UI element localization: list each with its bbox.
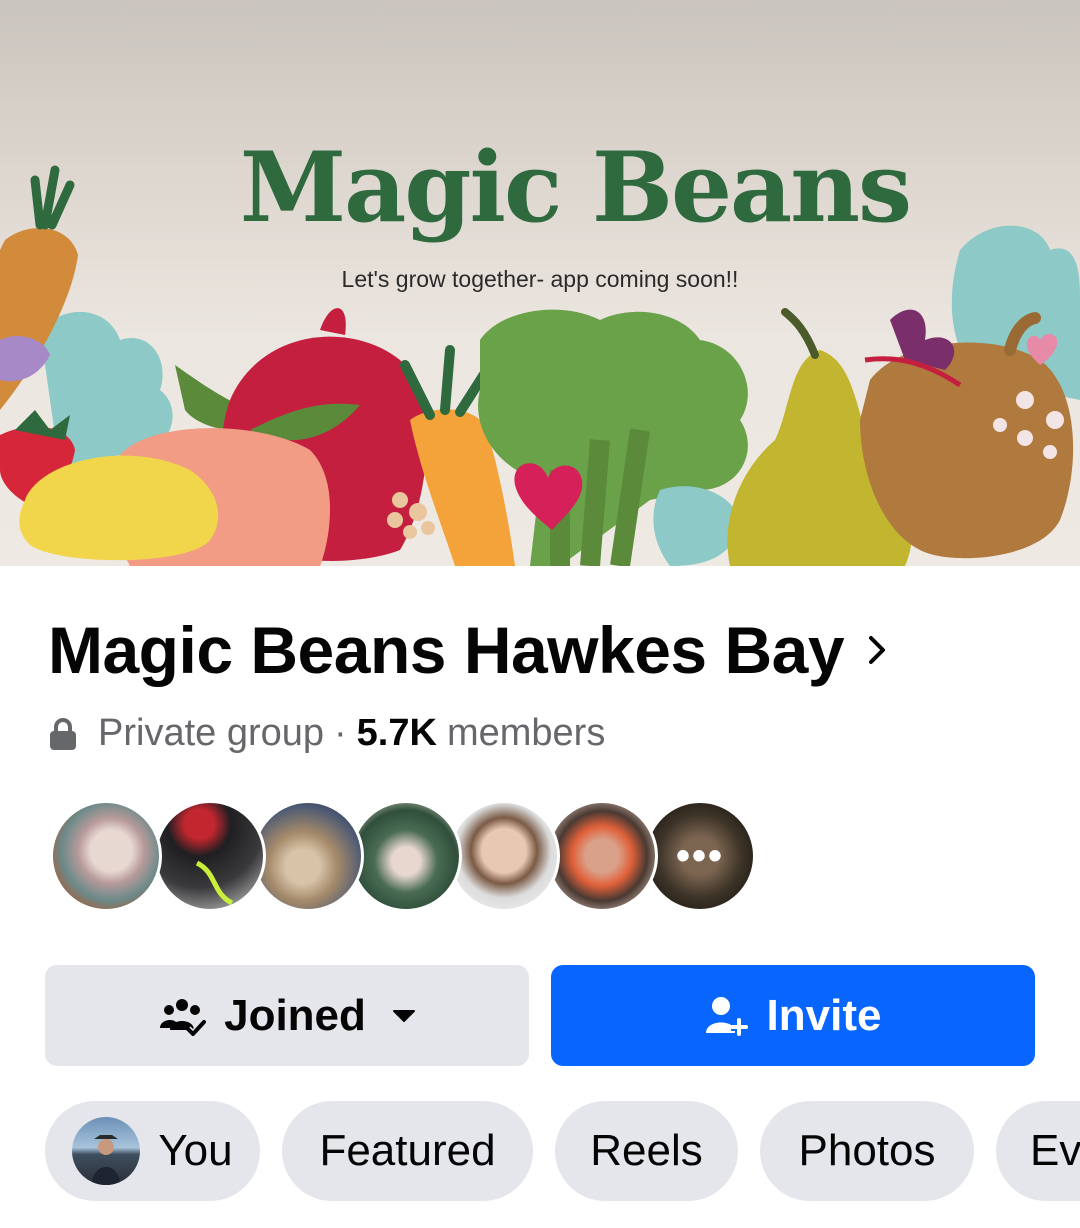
group-members-icon <box>160 998 207 1036</box>
invite-label: Invite <box>766 990 882 1040</box>
tab-you-label: You <box>158 1126 233 1175</box>
add-person-icon <box>705 996 748 1036</box>
tab-featured[interactable]: Featured <box>282 1101 533 1201</box>
user-avatar <box>72 1117 141 1185</box>
joined-button[interactable]: Joined <box>45 965 529 1066</box>
caret-down-icon <box>392 1009 415 1022</box>
tab-photos-label: Photos <box>798 1126 936 1175</box>
chevron-right-icon <box>869 636 886 664</box>
tab-featured-label: Featured <box>319 1126 496 1175</box>
lock-icon <box>50 717 76 750</box>
cover-tagline: Let's grow together- app coming soon!! <box>341 266 739 292</box>
tab-events[interactable]: Ev <box>996 1101 1080 1201</box>
member-label[interactable]: members <box>447 712 605 755</box>
cover-title: Magic Beans <box>239 131 912 244</box>
group-meta: Private group · 5.7K members <box>48 712 605 755</box>
member-avatar[interactable] <box>448 800 560 912</box>
joined-label: Joined <box>224 990 366 1040</box>
invite-button[interactable]: Invite <box>551 965 1035 1066</box>
tab-events-label: Ev <box>1030 1126 1080 1175</box>
member-avatar[interactable] <box>350 800 462 912</box>
member-avatar-more[interactable]: ••• <box>644 800 756 912</box>
tab-reels-label: Reels <box>590 1126 703 1175</box>
tab-reels[interactable]: Reels <box>555 1101 738 1201</box>
privacy-label: Private group <box>98 712 325 754</box>
member-avatar[interactable] <box>546 800 658 912</box>
tab-photos[interactable]: Photos <box>760 1101 974 1201</box>
avatar-figure <box>92 1135 121 1185</box>
group-name-link[interactable]: Magic Beans Hawkes Bay <box>48 612 890 688</box>
cover-photo[interactable]: Magic Beans Let's grow together- app com… <box>0 0 1080 566</box>
group-name: Magic Beans Hawkes Bay <box>48 613 845 687</box>
tab-you[interactable]: You <box>45 1101 260 1201</box>
member-avatar[interactable] <box>50 800 162 912</box>
member-count[interactable]: 5.7K <box>357 712 437 755</box>
group-tabs: You Featured Reels Photos Ev <box>45 1101 1080 1201</box>
member-avatar[interactable] <box>154 800 266 912</box>
meta-separator: · <box>334 712 347 754</box>
more-members-icon: ••• <box>675 833 724 878</box>
avatar-detail <box>195 860 234 906</box>
member-avatar[interactable] <box>252 800 364 912</box>
member-avatars[interactable]: ••• <box>50 800 770 916</box>
